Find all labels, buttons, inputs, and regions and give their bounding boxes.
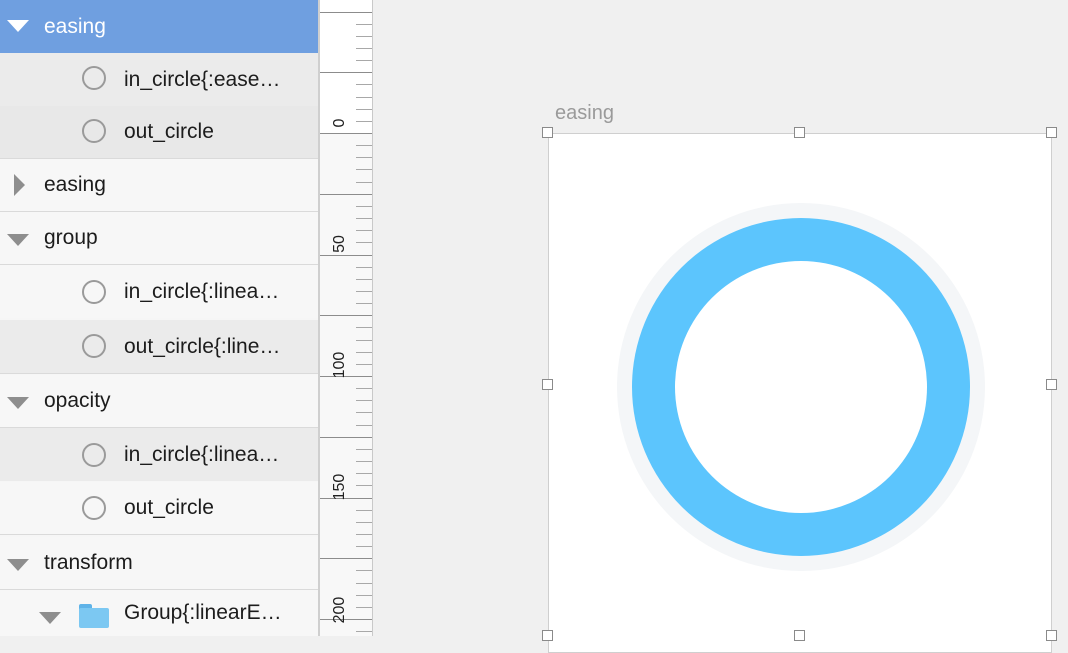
disclosure-expanded-icon[interactable]: [39, 612, 61, 624]
layer-row-transform[interactable]: transform: [0, 537, 318, 590]
layer-label: Group{:linearE…: [124, 601, 282, 624]
layer-row-in-circle[interactable]: in_circle{:linea…: [0, 265, 318, 318]
layer-row-group[interactable]: group: [0, 212, 318, 265]
layer-label: out_circle{:line…: [124, 334, 281, 358]
layer-label: transform: [44, 551, 133, 574]
ruler-label-50: 50: [331, 235, 348, 253]
folder-icon: [79, 604, 109, 628]
vertical-ruler[interactable]: 0 50 100 150 200: [320, 0, 373, 636]
layer-row-opacity[interactable]: opacity: [0, 375, 318, 428]
layer-label: in_circle{:linea…: [124, 442, 280, 466]
ruler-label-200: 200: [331, 596, 348, 624]
circle-icon: [82, 119, 106, 143]
layer-label: in_circle{:linea…: [124, 279, 280, 303]
resize-handle-left[interactable]: [542, 379, 553, 390]
ruler-label-100: 100: [331, 351, 348, 379]
layer-row-folder-group[interactable]: Group{:linearE…: [0, 590, 318, 636]
layer-label: opacity: [44, 389, 111, 412]
circle-icon: [82, 280, 106, 304]
resize-handle-top-left[interactable]: [542, 127, 553, 138]
layer-row-out-circle[interactable]: out_circle{:line…: [0, 320, 318, 374]
layer-row-easing-collapsed[interactable]: easing: [0, 159, 318, 212]
layer-label: easing: [44, 173, 106, 196]
disclosure-collapsed-icon[interactable]: [14, 174, 25, 196]
layer-row-out-circle[interactable]: out_circle: [0, 106, 318, 159]
canvas[interactable]: easing: [373, 0, 1068, 653]
disclosure-expanded-icon[interactable]: [7, 234, 29, 246]
circle-icon: [82, 334, 106, 358]
ruler-label-0: 0: [331, 118, 348, 128]
resize-handle-top-right[interactable]: [1046, 127, 1057, 138]
layer-label: easing: [44, 14, 106, 38]
ruler-ticks: [320, 12, 372, 632]
layer-label: out_circle: [124, 496, 214, 519]
circle-icon: [82, 443, 106, 467]
resize-handle-top[interactable]: [794, 127, 805, 138]
disclosure-expanded-icon[interactable]: [7, 559, 29, 571]
resize-handle-right[interactable]: [1046, 379, 1057, 390]
circle-icon: [82, 496, 106, 520]
layer-label: out_circle: [124, 120, 214, 143]
circle-icon: [82, 66, 106, 90]
ruler-label-150: 150: [331, 473, 348, 501]
layer-row-in-circle[interactable]: in_circle{:ease…: [0, 53, 318, 106]
disclosure-expanded-icon[interactable]: [7, 397, 29, 409]
layer-label: group: [44, 226, 98, 249]
ring-inner-circle[interactable]: [675, 261, 927, 513]
layers-sidebar: easing in_circle{:ease… out_circle easin…: [0, 0, 318, 636]
artboard-title[interactable]: easing: [555, 102, 614, 125]
layer-row-out-circle[interactable]: out_circle: [0, 482, 318, 535]
layer-row-in-circle[interactable]: in_circle{:linea…: [0, 428, 318, 481]
disclosure-expanded-icon[interactable]: [7, 20, 29, 32]
layer-row-easing-group[interactable]: easing: [0, 0, 318, 53]
layer-label: in_circle{:ease…: [124, 67, 281, 91]
